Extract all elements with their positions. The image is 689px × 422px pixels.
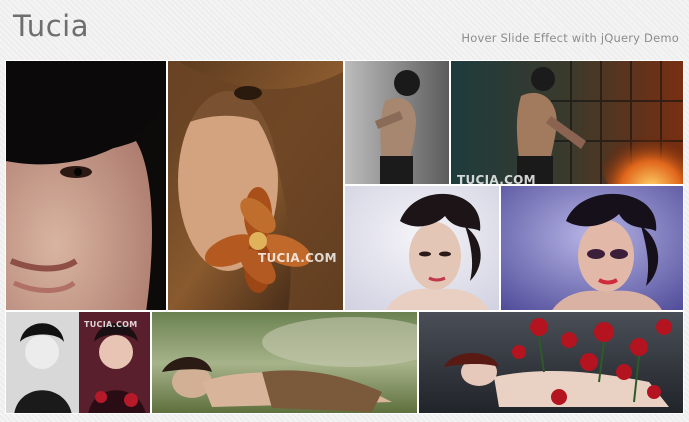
- figure-fire-image: [451, 61, 683, 184]
- portrait-bangs-image: [6, 61, 166, 310]
- photo-grid: TUCIA.COM TUCIA.COM TUCIA.COM: [5, 60, 684, 414]
- page-subtitle: Hover Slide Effect with jQuery Demo: [461, 31, 679, 45]
- figure-grey-backdrop-image: [345, 61, 449, 184]
- watermark-text: TUCIA.COM: [84, 320, 138, 329]
- woman-roses-image: [419, 312, 683, 413]
- photo-tile-2[interactable]: TUCIA.COM: [167, 60, 344, 311]
- watermark-text: TUCIA.COM: [258, 251, 337, 265]
- photo-tile-8[interactable]: [151, 311, 418, 414]
- portrait-flower-image: [168, 61, 343, 310]
- photo-tile-1[interactable]: [5, 60, 167, 311]
- photo-tile-3[interactable]: [344, 60, 450, 185]
- woman-grass-image: [152, 312, 417, 413]
- watermark-text: TUCIA.COM: [457, 173, 536, 185]
- site-logo[interactable]: Tucia: [13, 12, 89, 41]
- short-hair-natural-image: [345, 186, 499, 310]
- photo-tile-4[interactable]: TUCIA.COM: [450, 60, 684, 185]
- photo-tile-5[interactable]: [344, 185, 500, 311]
- photo-tile-7[interactable]: TUCIA.COM: [5, 311, 151, 414]
- short-hair-purple-image: [501, 186, 683, 310]
- photo-tile-9[interactable]: [418, 311, 684, 414]
- photo-tile-6[interactable]: [500, 185, 684, 311]
